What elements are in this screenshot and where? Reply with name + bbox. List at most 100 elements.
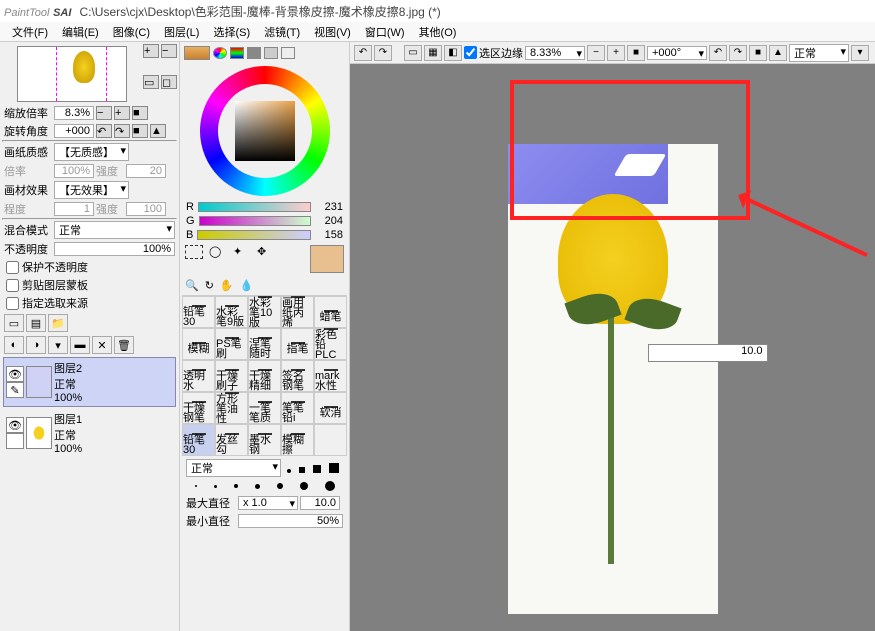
navigator-thumb[interactable]	[17, 46, 127, 102]
brush-preset[interactable]: 墨水钢	[248, 424, 281, 456]
brush-empty[interactable]	[314, 424, 347, 456]
rotate-cw-button[interactable]: ↷	[114, 124, 130, 138]
flip-button[interactable]: ▲	[150, 124, 166, 138]
palette-icon[interactable]	[264, 47, 278, 59]
canvas-rotate-ccw[interactable]: ↶	[709, 45, 727, 61]
rotate-ccw-button[interactable]: ↶	[96, 124, 112, 138]
layer-item-2[interactable]: 👁✎ 图层2正常100%	[3, 357, 176, 407]
canvas-angle-select[interactable]: +000°	[647, 46, 707, 60]
protect-opacity-checkbox[interactable]	[6, 261, 19, 274]
mask-icon[interactable]: ◐	[4, 336, 24, 354]
rotate-reset-button[interactable]: ■	[132, 124, 148, 138]
brush-preset[interactable]: 模糊擦	[281, 424, 314, 456]
layer-item-1[interactable]: 👁 图层1正常100%	[3, 408, 176, 458]
zoom-icon[interactable]: 🔍	[185, 279, 199, 292]
menu-select[interactable]: 选择(S)	[207, 22, 256, 42]
merge-down-icon[interactable]: ▾	[48, 336, 68, 354]
brush-preset[interactable]: 水彩笔9版	[215, 296, 248, 328]
color-swatch[interactable]	[184, 46, 210, 60]
color-wheel[interactable]	[200, 66, 330, 196]
clip-mask-checkbox[interactable]	[6, 279, 19, 292]
brush-preset[interactable]: mark水性	[314, 360, 347, 392]
brush-preset[interactable]: 铅笔30	[182, 296, 215, 328]
max-size-value[interactable]: 10.0	[300, 496, 340, 510]
zoom-out-icon[interactable]: −	[161, 44, 177, 58]
show-sel-icon[interactable]: ◧	[444, 45, 462, 61]
brush-preset[interactable]: 一笔笔质	[248, 392, 281, 424]
stabilizer-dropdown-icon[interactable]: ▾	[851, 45, 869, 61]
stabilizer-select[interactable]: 正常	[789, 44, 849, 62]
selection-edge-checkbox[interactable]	[464, 46, 477, 59]
zoom-reset-button[interactable]: ■	[132, 106, 148, 120]
min-size-value[interactable]: 50%	[238, 514, 343, 528]
paper-texture-select[interactable]: 【无质感】	[54, 143, 129, 161]
canvas-zoom-in[interactable]: +	[607, 45, 625, 61]
viewport[interactable]: 10.0	[350, 64, 875, 631]
current-color[interactable]	[310, 245, 344, 273]
brush-preset[interactable]: PS笔刷	[215, 328, 248, 360]
brush-preset[interactable]: 干燥钢笔	[182, 392, 215, 424]
move-icon[interactable]: ✥	[257, 245, 275, 259]
menu-filter[interactable]: 滤镜(T)	[258, 22, 306, 42]
opacity-value[interactable]: 100%	[54, 242, 175, 256]
magic-wand-icon[interactable]: ✦	[233, 245, 251, 259]
apply-mask-icon[interactable]: ◑	[26, 336, 46, 354]
brush-preset[interactable]: 软消	[314, 392, 347, 424]
blend-mode-select[interactable]: 正常	[54, 221, 175, 239]
canvas-rotate-reset[interactable]: ■	[749, 45, 767, 61]
selection-source-checkbox[interactable]	[6, 297, 19, 310]
lasso-icon[interactable]: ◯	[209, 245, 227, 259]
brush-preset[interactable]: 画用纸丙烯	[281, 296, 314, 328]
brush-preset[interactable]: 干燥精细	[248, 360, 281, 392]
r-slider[interactable]	[198, 202, 311, 212]
menu-edit[interactable]: 编辑(E)	[56, 22, 105, 42]
undo-icon[interactable]: ↶	[354, 45, 372, 61]
menu-file[interactable]: 文件(F)	[6, 22, 54, 42]
eyedropper-icon[interactable]: 💧	[240, 279, 254, 292]
brush-preset[interactable]: 水彩笔10版	[248, 296, 281, 328]
brush-shape-row[interactable]	[283, 463, 343, 473]
visibility-icon[interactable]: 👁	[6, 417, 24, 433]
canvas-zoom-select[interactable]: 8.33%	[525, 46, 585, 60]
rotate-icon[interactable]: ↻	[205, 279, 214, 292]
rotate-value[interactable]: +000	[54, 124, 94, 138]
new-folder-icon[interactable]: 📁	[48, 314, 68, 332]
rect-select-icon[interactable]	[185, 245, 203, 259]
size-multiplier[interactable]: x 1.0	[238, 496, 298, 510]
brush-blend-select[interactable]: 正常	[186, 459, 281, 477]
brush-preset[interactable]: 发丝勾	[215, 424, 248, 456]
deselect-icon[interactable]: ▭	[404, 45, 422, 61]
brush-preset[interactable]: 透明水	[182, 360, 215, 392]
zoom-value[interactable]: 8.3%	[54, 106, 94, 120]
rgb-icon[interactable]	[230, 47, 244, 59]
delete-layer-icon[interactable]: 🗑	[114, 336, 134, 354]
brush-preset[interactable]: 干燥刷子	[215, 360, 248, 392]
menu-view[interactable]: 视图(V)	[308, 22, 357, 42]
menu-window[interactable]: 窗口(W)	[359, 22, 411, 42]
canvas-rotate-cw[interactable]: ↷	[729, 45, 747, 61]
edit-icon[interactable]: ✎	[6, 382, 24, 398]
brush-preset[interactable]: 涅笔随时	[248, 328, 281, 360]
menu-other[interactable]: 其他(O)	[413, 22, 463, 42]
menu-layer[interactable]: 图层(L)	[158, 22, 205, 42]
g-slider[interactable]	[199, 216, 311, 226]
brush-size-indicator[interactable]: 10.0	[648, 344, 768, 362]
hand-icon[interactable]: ✋	[220, 279, 234, 292]
material-effect-select[interactable]: 【无效果】	[54, 181, 129, 199]
zoom-minus-button[interactable]: −	[96, 106, 112, 120]
invert-icon[interactable]: ▦	[424, 45, 442, 61]
zoom-in-icon[interactable]: +	[143, 44, 159, 58]
b-value[interactable]: 158	[315, 229, 343, 241]
clear-icon[interactable]: ✕	[92, 336, 112, 354]
edit-icon[interactable]	[6, 433, 24, 449]
menu-image[interactable]: 图像(C)	[107, 22, 156, 42]
brush-preset[interactable]: 签名钢笔	[281, 360, 314, 392]
g-value[interactable]: 204	[315, 215, 343, 227]
b-slider[interactable]	[197, 230, 311, 240]
new-linework-icon[interactable]: ▤	[26, 314, 46, 332]
brush-preset[interactable]: 蜡笔	[314, 296, 347, 328]
zoom-actual-icon[interactable]: ◻	[161, 75, 177, 89]
zoom-plus-button[interactable]: +	[114, 106, 130, 120]
visibility-icon[interactable]: 👁	[6, 366, 24, 382]
new-layer-icon[interactable]: ▭	[4, 314, 24, 332]
